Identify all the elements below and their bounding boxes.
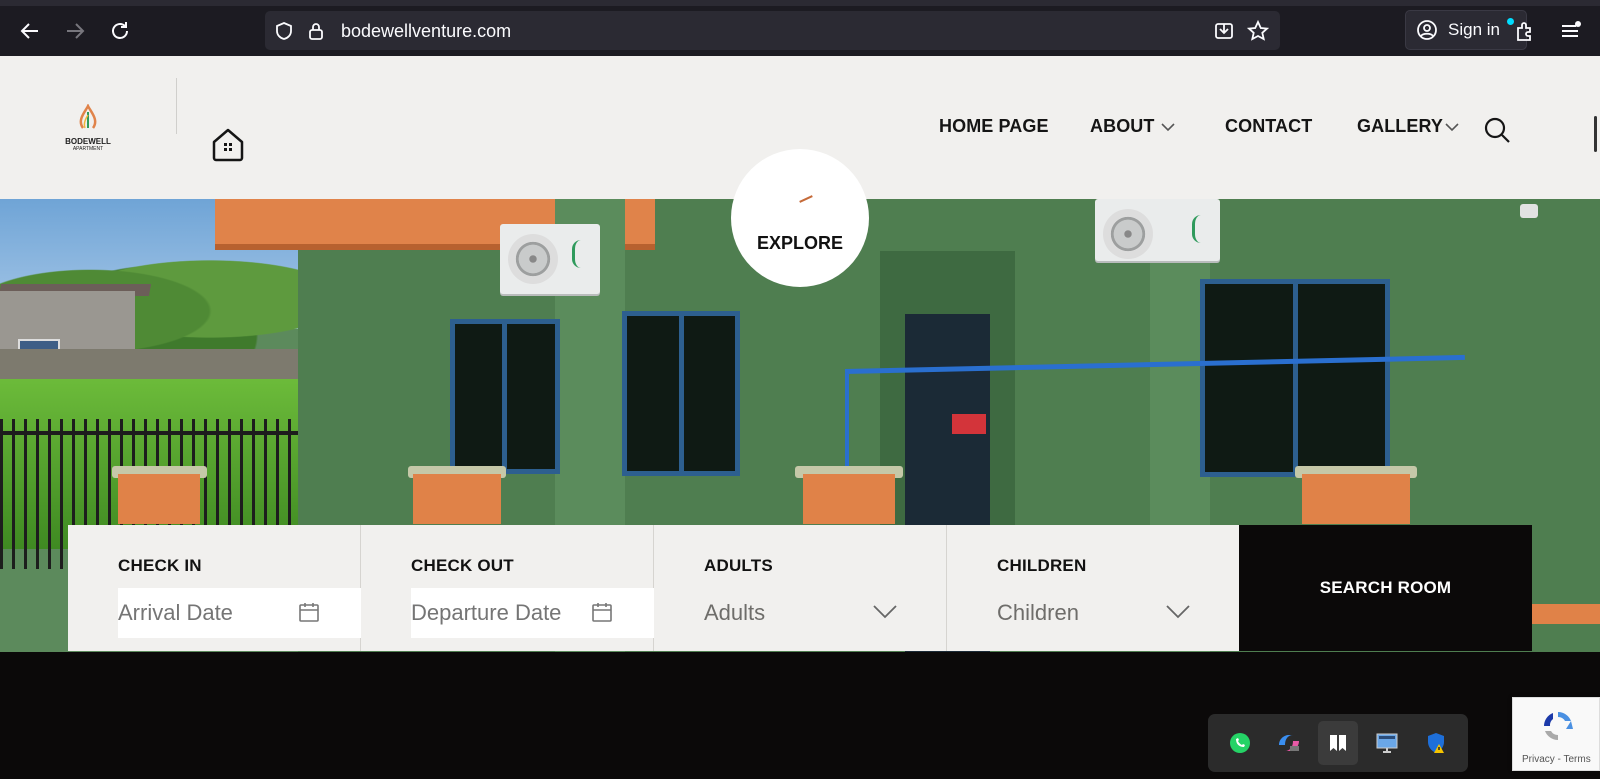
hero-handrail-post — [845, 374, 849, 474]
app-icon[interactable] — [1317, 721, 1358, 765]
hero-post — [118, 474, 200, 524]
gallery-chevron-down-icon[interactable] — [1444, 119, 1460, 135]
taskbar-tray — [1208, 714, 1468, 772]
hero-post — [803, 474, 895, 524]
header-divider — [176, 78, 177, 134]
nav-gallery[interactable]: GALLERY — [1357, 116, 1443, 137]
recaptcha-privacy-terms[interactable]: Privacy - Terms — [1522, 754, 1591, 765]
adults-select[interactable]: Adults — [704, 600, 765, 626]
hero-ac-unit — [500, 224, 600, 294]
copilot-icon[interactable] — [1269, 721, 1309, 765]
adults-label: ADULTS — [704, 556, 773, 575]
nav-about[interactable]: ABOUT — [1090, 116, 1155, 137]
bookmark-star-icon[interactable] — [1247, 20, 1269, 42]
nav-home-page[interactable]: HOME PAGE — [939, 116, 1049, 137]
departure-date-input[interactable] — [411, 588, 661, 638]
chevron-down-icon[interactable] — [1165, 601, 1191, 621]
hero-window — [1200, 279, 1390, 477]
adults-field[interactable]: ADULTS Adults — [654, 525, 947, 651]
hamburger-icon — [1562, 21, 1581, 37]
nav-contact[interactable]: CONTACT — [1225, 116, 1312, 137]
save-page-icon[interactable] — [1213, 20, 1235, 42]
logo-brand-text: BODEWELL — [65, 137, 111, 146]
back-button[interactable] — [13, 14, 47, 48]
url-text[interactable]: bodewellventure.com — [341, 21, 511, 42]
hero-door-sign — [952, 414, 986, 434]
chevron-down-icon[interactable] — [872, 601, 898, 621]
hero-post — [1530, 604, 1600, 624]
booking-form: CHECK IN CHECK OUT ADULTS Adults CHILDRE… — [68, 525, 1532, 651]
arrival-date-input[interactable] — [118, 588, 368, 638]
recaptcha-badge[interactable]: Privacy - Terms — [1512, 697, 1600, 771]
check-out-field: CHECK OUT — [361, 525, 661, 651]
browser-toolbar: bodewellventure.com Sign in — [0, 0, 1600, 56]
search-room-button[interactable]: SEARCH ROOM — [1239, 525, 1532, 651]
hero-window — [450, 319, 560, 474]
calendar-icon[interactable] — [591, 601, 613, 623]
account-icon — [1417, 20, 1437, 40]
site-logo[interactable]: BODEWELL APARTMENT — [60, 103, 116, 152]
extensions-button[interactable] — [1508, 14, 1542, 48]
check-in-label: CHECK IN — [118, 556, 202, 575]
back-arrow-icon — [20, 23, 38, 39]
security-warning-icon[interactable] — [1416, 721, 1456, 765]
reload-button[interactable] — [103, 14, 137, 48]
children-select[interactable]: Children — [997, 600, 1079, 626]
reload-icon — [112, 22, 128, 39]
whatsapp-icon[interactable] — [1220, 721, 1260, 765]
desktop-icon[interactable] — [1367, 721, 1407, 765]
sign-in-label: Sign in — [1448, 20, 1500, 39]
calendar-icon[interactable] — [298, 601, 320, 623]
hero-window — [622, 311, 740, 476]
recaptcha-logo-icon — [1540, 708, 1576, 744]
address-bar[interactable]: bodewellventure.com — [265, 11, 1280, 50]
puzzle-icon — [1517, 22, 1531, 41]
logo-sub-text: APARTMENT — [72, 146, 104, 152]
hero-fence-rail — [0, 431, 305, 435]
explore-button[interactable]: EXPLORE — [731, 149, 869, 287]
about-chevron-down-icon[interactable] — [1160, 119, 1176, 135]
forward-button[interactable] — [58, 14, 92, 48]
menu-button[interactable] — [1553, 14, 1587, 48]
children-field[interactable]: CHILDREN Children — [947, 525, 1240, 651]
logo-mark-icon — [79, 103, 97, 129]
check-in-field: CHECK IN — [68, 525, 368, 651]
hero-post — [413, 474, 501, 524]
forward-arrow-icon — [67, 23, 85, 39]
hero-ac-unit — [1095, 199, 1220, 261]
hero-post — [1302, 474, 1410, 524]
children-label: CHILDREN — [997, 556, 1087, 575]
shield-icon[interactable] — [273, 20, 295, 42]
explore-label: EXPLORE — [756, 232, 844, 253]
check-out-label: CHECK OUT — [411, 556, 514, 575]
tab-strip — [0, 0, 1600, 6]
search-icon[interactable] — [1483, 116, 1513, 146]
home-icon[interactable] — [210, 126, 246, 162]
hero-wall-light — [1520, 204, 1538, 218]
page-scrollbar[interactable] — [1594, 116, 1597, 152]
search-room-label: SEARCH ROOM — [1319, 578, 1452, 597]
lock-icon[interactable] — [305, 20, 327, 42]
